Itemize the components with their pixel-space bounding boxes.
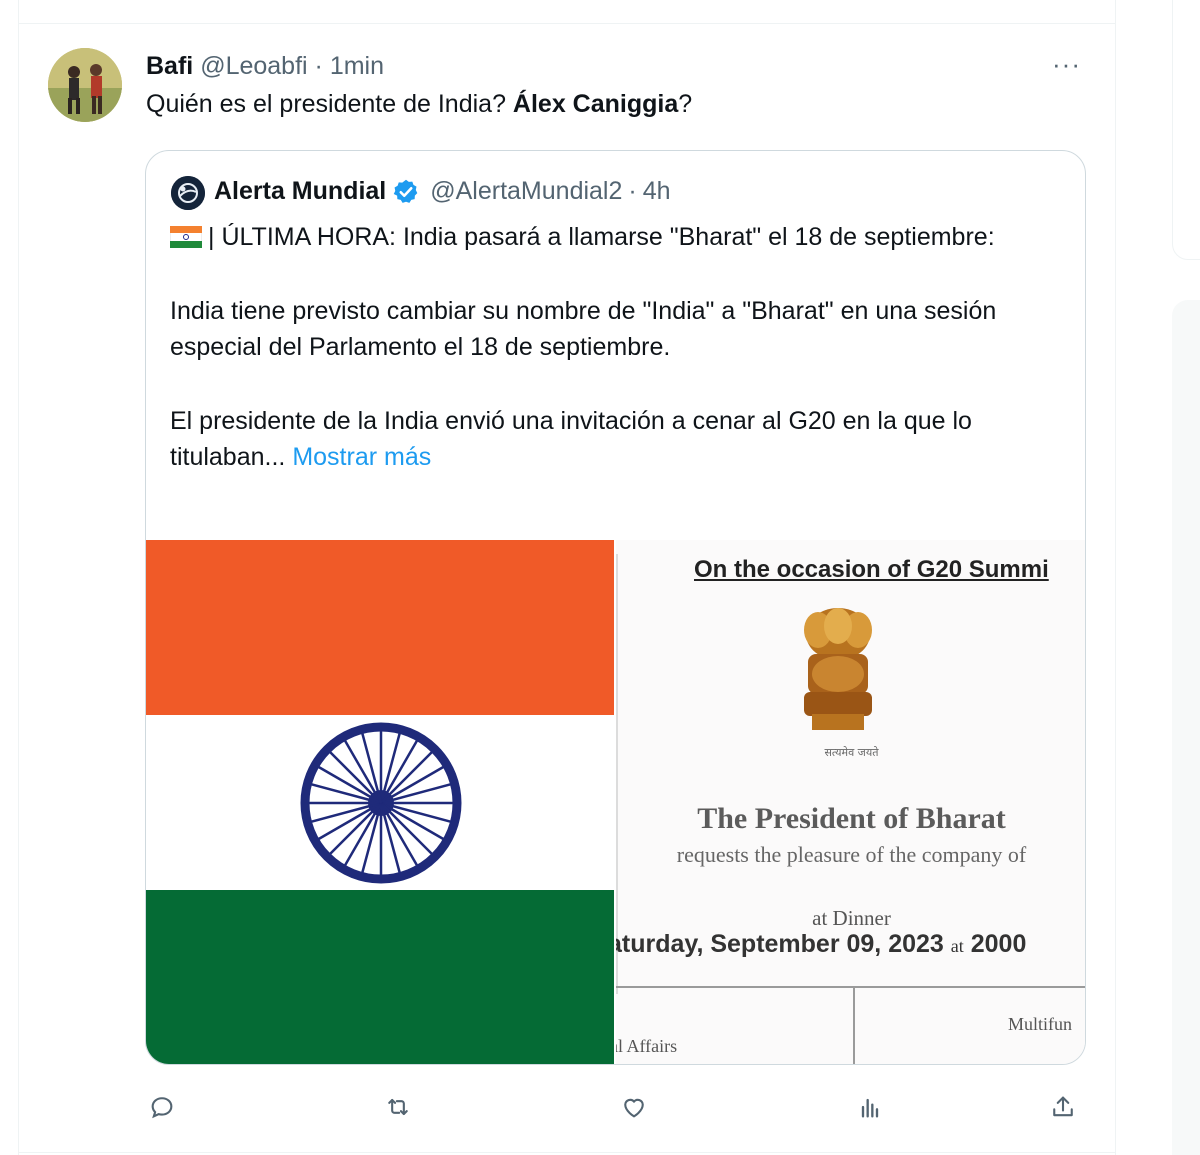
avatar-image <box>48 48 122 122</box>
ashoka-chakra-icon <box>300 722 462 884</box>
header-separator: · <box>314 52 323 80</box>
tweet-time[interactable]: 1min <box>330 52 384 80</box>
tweet-text: Quién es el presidente de India? Álex Ca… <box>146 90 692 119</box>
invitation-occasion: On the occasion of G20 Summi <box>694 556 1049 583</box>
flag-saffron-band <box>146 540 614 715</box>
invitation-president-title: The President of Bharat <box>697 802 1006 835</box>
author-name[interactable]: Bafi <box>146 52 193 80</box>
quote-paragraph-1: | ÚLTIMA HORA: India pasará a llamarse "… <box>170 219 1060 255</box>
author-avatar[interactable] <box>48 48 122 122</box>
author-handle[interactable]: @Leoabfi <box>200 52 307 80</box>
invitation-requests: requests the pleasure of the company of <box>676 842 1027 867</box>
invitation-date-main: aturday, September 09, 2023 <box>616 930 944 958</box>
quote-time[interactable]: 4h <box>643 177 671 206</box>
flag-green-band <box>146 890 614 1064</box>
retweet-icon[interactable] <box>381 1090 415 1124</box>
tweet-text-bold: Álex Caniggia <box>512 90 679 118</box>
verified-badge-icon <box>392 178 420 206</box>
previous-tweet-separator <box>18 0 1116 24</box>
quoted-tweet[interactable]: Alerta Mundial @AlertaMundial2 · 4h | ÚL… <box>145 150 1086 1065</box>
tweet-text-end: ? <box>678 90 693 118</box>
views-icon[interactable] <box>853 1090 887 1124</box>
share-icon[interactable] <box>1046 1090 1080 1124</box>
reply-icon[interactable] <box>145 1090 179 1124</box>
quote-author-avatar[interactable] <box>171 176 205 210</box>
invitation-affairs-text: al Affairs <box>616 1036 678 1056</box>
quote-text: | ÚLTIMA HORA: India pasará a llamarse "… <box>170 219 1060 475</box>
more-options-icon[interactable]: ··· <box>1052 51 1081 77</box>
invitation-table-divider <box>853 986 855 1064</box>
quote-paragraph-3: El presidente de la India envió una invi… <box>170 403 1060 475</box>
tweet-header: Bafi @Leoabfi · 1min <box>146 52 384 81</box>
india-flag-emoji-icon <box>170 226 202 248</box>
quote-line-1: | ÚLTIMA HORA: India pasará a llamarse "… <box>208 223 995 251</box>
quote-line-3: El presidente de la India envió una invi… <box>170 407 972 471</box>
india-flag-image[interactable] <box>146 540 614 1064</box>
invitation-date: aturday, September 09, 2023 at 2000 <box>616 930 1026 959</box>
invitation-motto: सत्यमेव जयते <box>824 746 879 759</box>
invitation-at-dinner: at Dinner <box>812 906 891 930</box>
invitation-date-time: 2000 <box>970 930 1027 958</box>
tweet-bottom-separator <box>18 1152 1116 1153</box>
quote-header-separator: · <box>628 177 637 205</box>
national-emblem-icon <box>804 608 872 730</box>
g20-invitation-image[interactable]: On the occasion of G20 Summi सत्यमेव जयत… <box>616 540 1085 1064</box>
quote-header: Alerta Mundial @AlertaMundial2 · 4h <box>214 177 671 206</box>
timeline-left-border <box>18 24 19 1155</box>
sidebar-trends-card <box>1172 300 1200 1155</box>
invitation-date-at: at <box>950 936 964 956</box>
like-icon[interactable] <box>617 1090 651 1124</box>
tweet-action-bar <box>0 1090 1200 1130</box>
invitation-table-line <box>616 986 1085 988</box>
globe-icon <box>171 176 205 210</box>
invitation-multifun-text: Multifun <box>1008 1014 1073 1034</box>
show-more-link[interactable]: Mostrar más <box>292 443 431 471</box>
timeline-right-border <box>1115 0 1116 1155</box>
quote-author-handle[interactable]: @AlertaMundial2 <box>430 177 622 206</box>
tweet-text-plain: Quién es el presidente de India? <box>146 90 513 118</box>
quote-author-name[interactable]: Alerta Mundial <box>214 177 386 206</box>
quote-paragraph-2: India tiene previsto cambiar su nombre d… <box>170 297 997 361</box>
sidebar-search-card <box>1172 0 1200 260</box>
